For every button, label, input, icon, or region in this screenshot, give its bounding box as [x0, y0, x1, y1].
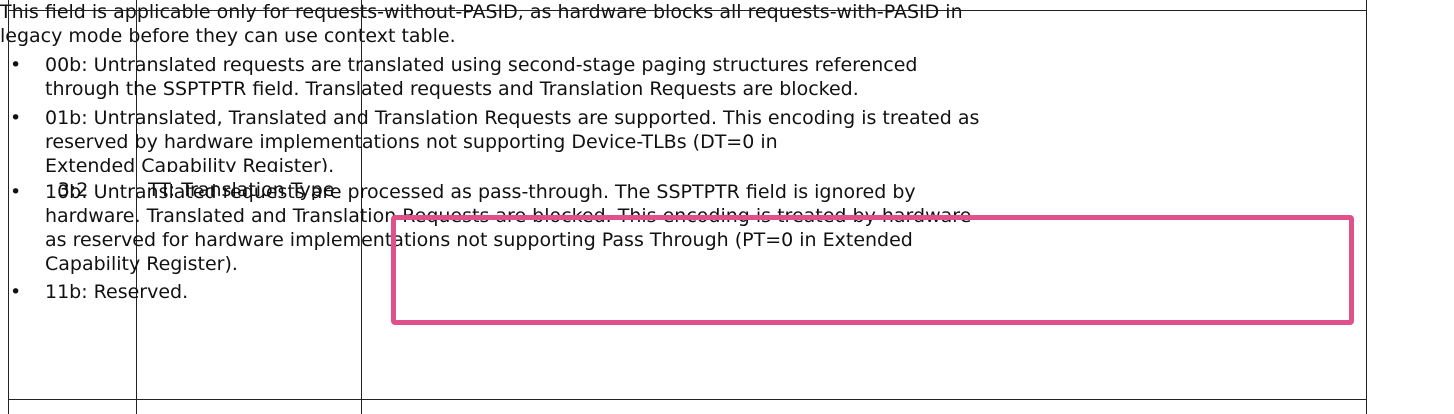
row-top-border	[8, 10, 1367, 11]
bullet: •	[10, 181, 22, 203]
row-bottom-border	[8, 399, 1367, 400]
clipped-line: Extended Capability Register).	[45, 154, 985, 172]
bullet: •	[10, 107, 22, 129]
item-text: 11b: Reserved.	[45, 281, 189, 303]
item-00b: • 00b: Untranslated requests are transla…	[0, 53, 985, 101]
bullet: •	[10, 281, 22, 303]
item-text-clipped: Extended Capability Register).	[45, 155, 335, 172]
highlight-box	[391, 215, 1354, 325]
item-text: 01b: Untranslated, Translated and Transl…	[45, 107, 980, 153]
item-text: 00b: Untranslated requests are translate…	[45, 54, 918, 100]
bullet: •	[10, 54, 22, 76]
description-intro: This field is applicable only for reques…	[0, 1, 963, 47]
table-border-right	[1366, 0, 1367, 414]
item-01b: • 01b: Untranslated, Translated and Tran…	[0, 106, 985, 172]
